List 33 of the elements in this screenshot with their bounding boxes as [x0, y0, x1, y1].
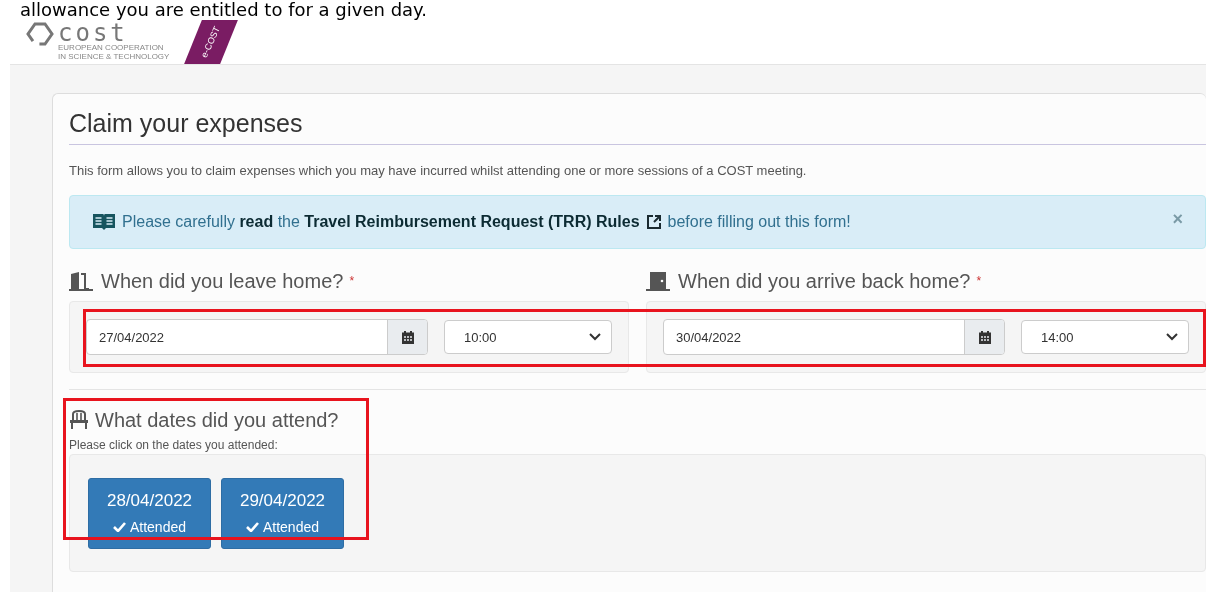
- ribbon-badge: e-COST: [184, 20, 239, 64]
- date-field[interactable]: 27/04/2022: [86, 319, 428, 355]
- logo-tagline: EUROPEAN COOPERATION: [58, 43, 165, 52]
- chair-icon: [69, 410, 89, 430]
- check-icon: [112, 522, 126, 532]
- hexagon-logo-icon: [26, 22, 54, 46]
- date-toggle-button[interactable]: 29/04/2022 Attended: [221, 477, 344, 549]
- external-link-icon[interactable]: [645, 214, 662, 230]
- form-title: Claim your expenses: [69, 108, 304, 139]
- check-icon: [245, 522, 259, 532]
- chevron-down-icon: [589, 333, 601, 341]
- door-icon: [646, 271, 672, 291]
- required-marker: *: [349, 274, 355, 288]
- calendar-icon[interactable]: [978, 330, 991, 344]
- chevron-down-icon: [1166, 333, 1178, 341]
- alert-message: Please carefully read the Travel Reimbursement Request (TRR) Rules: [122, 213, 640, 231]
- caption-text: allowance you are entitled to for a given day.: [19, 0, 428, 20]
- required-marker: *: [976, 274, 982, 288]
- time-dropdown[interactable]: 10:00: [444, 320, 612, 354]
- date-toggle-button[interactable]: 28/04/2022 Attended: [88, 477, 211, 549]
- question-label: When did you arrive back home?: [678, 269, 971, 293]
- question-label: When did you leave home?: [101, 269, 344, 293]
- time-dropdown[interactable]: 14:00: [1021, 320, 1189, 354]
- alert-message: before filling out this form!: [667, 213, 851, 231]
- hint-text: Please click on the dates you attended:: [69, 438, 279, 452]
- question-label: What dates did you attend?: [95, 408, 339, 432]
- date-field[interactable]: 30/04/2022: [663, 319, 1005, 355]
- logo-tagline: IN SCIENCE & TECHNOLOGY: [58, 52, 170, 61]
- form-description: This form allows you to claim expenses which you may have incurred whilst attending one or more sessions of a COST meeting.: [69, 163, 808, 178]
- open-door-icon: [69, 271, 95, 291]
- logo-wordmark: cost: [58, 23, 128, 43]
- book-icon: [92, 213, 116, 231]
- calendar-icon[interactable]: [401, 330, 414, 344]
